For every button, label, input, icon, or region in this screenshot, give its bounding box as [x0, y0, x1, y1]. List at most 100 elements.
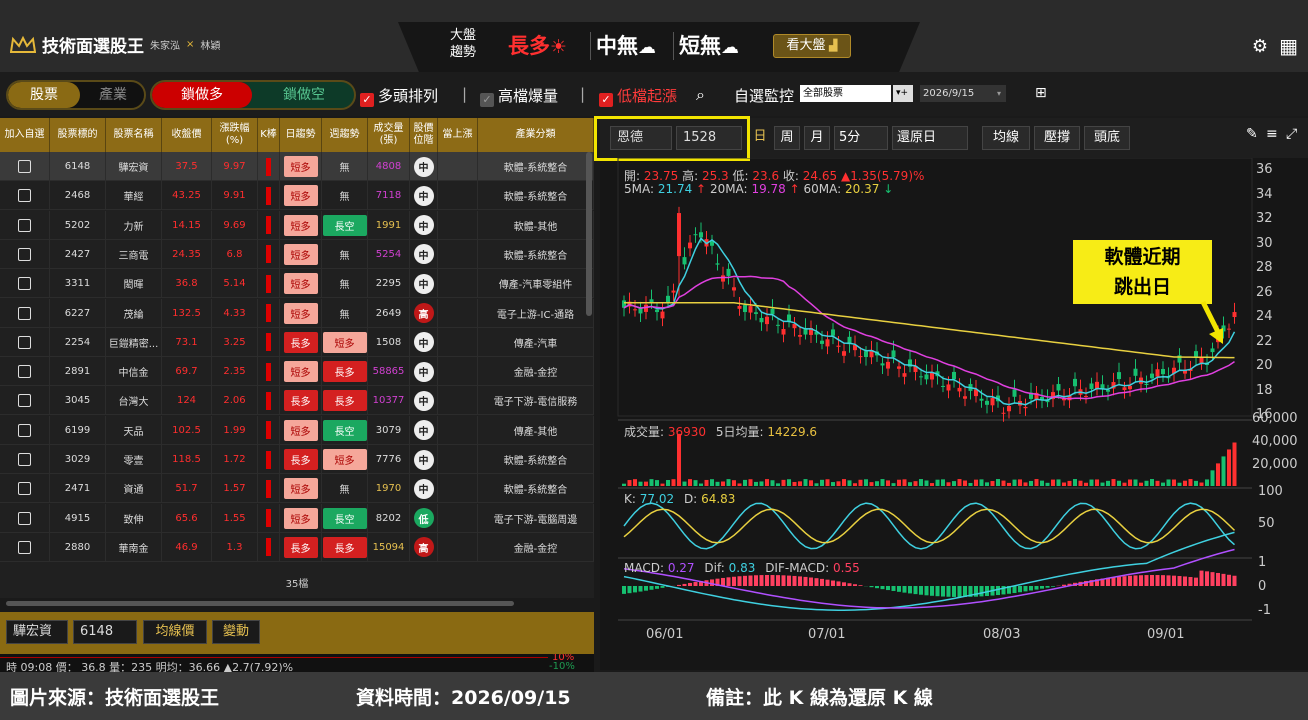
add-watchlist-checkbox[interactable] [18, 482, 31, 496]
period-week[interactable]: 周 [774, 126, 800, 150]
expand-icon[interactable]: ⤢ [1286, 126, 1297, 142]
draw-icon[interactable]: ✎ [1246, 126, 1258, 142]
date-tick-label: 06/01 [646, 627, 684, 642]
tab-industry[interactable]: 產業 [80, 82, 144, 108]
table-cell: 短多 [280, 181, 322, 211]
select-arrows-icon[interactable]: ▾+ [893, 85, 913, 102]
macd-tick-label: -1 [1258, 603, 1271, 618]
volume-bar [704, 479, 709, 486]
column-header[interactable]: 加入自選 [0, 118, 50, 152]
add-watchlist-checkbox[interactable] [18, 453, 31, 466]
column-header[interactable]: 產業分類 [478, 118, 594, 152]
tab-lock-long[interactable]: 鎖做多 [152, 82, 252, 108]
filter-high-volume[interactable]: ✓ 高檔爆量 [480, 85, 558, 107]
column-header[interactable]: 股價 位階 [410, 118, 438, 152]
top-bottom-button[interactable]: 頭底 [1084, 126, 1130, 150]
change-button[interactable]: 變動 [212, 620, 260, 644]
add-watchlist-checkbox[interactable] [18, 306, 31, 320]
column-header[interactable]: 股票標的 [50, 118, 106, 152]
restore-select[interactable]: 還原日 [892, 126, 968, 150]
table-row[interactable]: 2468 華經 43.25 9.91 短多 無 7118 中 軟體-系統整合 [0, 181, 594, 211]
add-watchlist-checkbox[interactable] [18, 540, 31, 554]
table-row[interactable]: 6148 驊宏資 37.5 9.97 短多 無 4808 中 軟體-系統整合 [0, 152, 594, 181]
table-row[interactable]: 3029 零壹 118.5 1.72 長多 短多 7776 中 軟體-系統整合 [0, 445, 594, 474]
table-row[interactable]: 3311 閎暉 36.8 5.14 短多 無 2295 中 傳產-汽車零組件 [0, 269, 594, 299]
mini-stock-name[interactable]: 驊宏資 [6, 620, 68, 644]
table-row[interactable]: 4915 致伸 65.6 1.55 短多 長空 8202 低 電子下游-電腦周邊 [0, 503, 594, 533]
volume-bar [1012, 479, 1017, 486]
horizontal-scrollbar[interactable] [6, 601, 514, 606]
volume-bar [952, 481, 956, 486]
column-header[interactable]: 當上漲 [438, 118, 478, 152]
table-row[interactable]: 2471 資通 51.7 1.57 短多 無 1970 中 軟體-系統整合 [0, 474, 594, 504]
column-header[interactable]: 收盤價 [162, 118, 212, 152]
add-watchlist-checkbox[interactable] [18, 423, 31, 437]
add-watchlist-checkbox[interactable] [18, 218, 31, 232]
table-scrollbar[interactable] [586, 152, 592, 316]
pressure-button[interactable]: 壓撐 [1034, 126, 1080, 150]
column-header[interactable]: K棒 [258, 118, 280, 152]
grid-icon[interactable]: ▦ [1279, 34, 1298, 58]
table-row[interactable]: 2880 華南金 46.9 1.3 長多 長多 15094 高 金融-金控 [0, 532, 594, 562]
ma-button[interactable]: 均線 [982, 126, 1030, 150]
column-header[interactable]: 週趨勢 [322, 118, 368, 152]
view-market-button[interactable]: 看大盤 ▟ [773, 34, 851, 58]
watch-select[interactable]: 全部股票 [800, 85, 891, 102]
kbar-icon [266, 304, 271, 322]
add-watchlist-checkbox[interactable] [18, 335, 31, 349]
volume-bar [968, 482, 973, 486]
add-watchlist-checkbox[interactable] [18, 160, 31, 173]
tab-lock-short[interactable]: 鎖做空 [252, 82, 354, 108]
table-cell [0, 474, 50, 504]
table-row[interactable]: 2254 巨鎧精密... 73.1 3.25 長多 短多 1508 中 傳產-汽車 [0, 327, 594, 357]
daily-trend-tag: 短多 [283, 478, 318, 500]
long-short-switch[interactable]: 鎖做多 鎖做空 [150, 80, 356, 110]
add-watchlist-checkbox[interactable] [18, 247, 31, 261]
table-cell: 2295 [368, 269, 410, 299]
period-day[interactable]: 日 [750, 126, 770, 150]
add-watchlist-checkbox[interactable] [18, 365, 31, 379]
volume-bar [809, 480, 813, 486]
filter-low-rise[interactable]: ✓ 低檔起漲 [599, 85, 677, 107]
tab-stock[interactable]: 股票 [8, 82, 80, 108]
column-header[interactable]: 日趨勢 [280, 118, 322, 152]
gear-icon[interactable]: ⚙ [1252, 36, 1268, 57]
table-cell [0, 532, 50, 562]
stock-industry-switch[interactable]: 股票 產業 [6, 80, 146, 110]
search-icon[interactable]: ⌕ [696, 85, 705, 105]
macd-bar [627, 586, 632, 594]
table-row[interactable]: 2427 三商電 24.35 6.8 短多 無 5254 中 軟體-系統整合 [0, 239, 594, 269]
table-row[interactable]: 6199 天品 102.5 1.99 短多 長空 3079 中 傳產-其他 [0, 415, 594, 445]
column-settings-icon[interactable]: ⊞ [1035, 85, 1047, 101]
mini-stock-code[interactable]: 6148 [73, 620, 137, 644]
filter-bull-alignment[interactable]: ✓ 多頭排列 [360, 85, 438, 107]
table-cell [438, 386, 478, 416]
table-row[interactable]: 2891 中信金 69.7 2.35 短多 長多 58865 中 金融-金控 [0, 357, 594, 387]
table-row[interactable]: 5202 力新 14.15 9.69 短多 長空 1991 中 軟體-其他 [0, 210, 594, 240]
column-header[interactable]: 成交量 (張) [368, 118, 410, 152]
table-cell [258, 298, 280, 328]
add-watchlist-checkbox[interactable] [18, 277, 31, 291]
candle-body [957, 387, 962, 392]
settings-icon[interactable]: ≡ [1266, 126, 1278, 142]
dropdown-arrow-icon[interactable]: ▾ [994, 85, 1004, 102]
column-header[interactable]: 股票名稱 [106, 118, 162, 152]
volume: 1970 [375, 483, 402, 495]
period-month[interactable]: 月 [804, 126, 830, 150]
table-row[interactable]: 3045 台灣大 124 2.06 長多 長多 10377 中 電子下游-電信服務 [0, 386, 594, 416]
macd-bar [787, 575, 791, 586]
table-cell: 中 [410, 474, 438, 504]
add-watchlist-checkbox[interactable] [18, 511, 31, 525]
table-cell: 6.8 [212, 239, 258, 269]
avg-price-button[interactable]: 均線價 [143, 620, 207, 644]
volume-bar [1221, 456, 1226, 486]
table-cell: 2427 [50, 239, 106, 269]
volume-bar [622, 483, 626, 486]
macd-bar [1062, 584, 1066, 586]
footer-time: 資料時間：2026/09/15 [356, 687, 571, 709]
column-header[interactable]: 漲跌幅 (%) [212, 118, 258, 152]
table-row[interactable]: 6227 茂綸 132.5 4.33 短多 無 2649 高 電子上游-IC-通路 [0, 298, 594, 328]
interval-select[interactable]: 5分 [834, 126, 888, 150]
add-watchlist-checkbox[interactable] [18, 394, 31, 408]
add-watchlist-checkbox[interactable] [18, 189, 31, 203]
